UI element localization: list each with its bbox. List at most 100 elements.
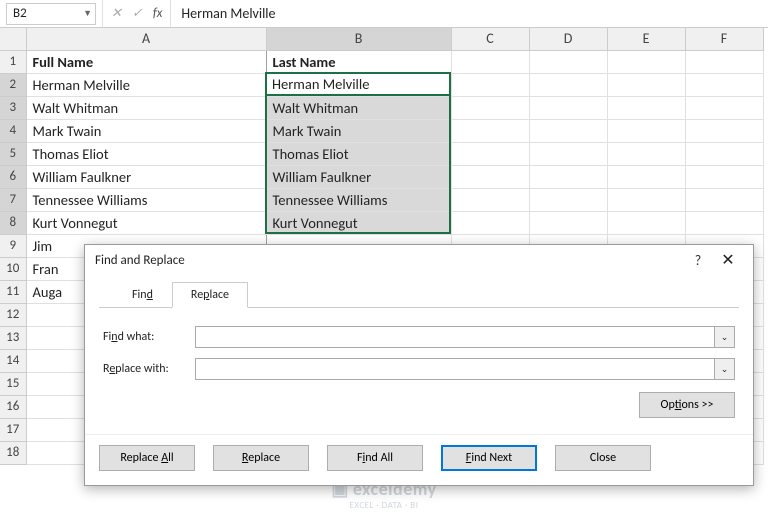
replace-all-button[interactable]: Replace All xyxy=(99,445,195,471)
cell-F1[interactable] xyxy=(685,50,763,73)
dialog-title: Find and Replace xyxy=(95,253,683,268)
cell-E1[interactable] xyxy=(607,50,685,73)
name-box[interactable]: B2 ▼ xyxy=(6,3,96,25)
col-header-E[interactable]: E xyxy=(607,28,685,50)
confirm-icon: ✓ xyxy=(132,6,143,21)
row-header-18[interactable]: 18 xyxy=(0,441,26,464)
cell-F8[interactable] xyxy=(685,211,763,234)
formula-input[interactable]: Herman Melville xyxy=(171,5,768,22)
options-button[interactable]: Options >> xyxy=(639,392,735,418)
find-all-button[interactable]: Find All xyxy=(327,445,423,471)
cell-D4[interactable] xyxy=(529,119,607,142)
row-header-16[interactable]: 16 xyxy=(0,395,26,418)
row-header-6[interactable]: 6 xyxy=(0,165,26,188)
formula-bar: B2 ▼ ✕ ✓ fx Herman Melville xyxy=(0,0,768,28)
cell-D2[interactable] xyxy=(529,73,607,96)
col-header-F[interactable]: F xyxy=(685,28,763,50)
cell-D6[interactable] xyxy=(529,165,607,188)
cell-E6[interactable] xyxy=(607,165,685,188)
row-header-2[interactable]: 2 xyxy=(0,73,26,96)
row-header-1[interactable]: 1 xyxy=(0,50,26,73)
find-replace-dialog: Find and Replace ? ✕ Find Replace Find w… xyxy=(84,244,754,486)
dialog-titlebar[interactable]: Find and Replace ? ✕ xyxy=(85,245,753,275)
dialog-help-icon[interactable]: ? xyxy=(683,252,713,269)
select-all-corner[interactable] xyxy=(0,28,26,50)
name-box-value: B2 xyxy=(13,6,27,21)
cell-B4[interactable]: Mark Twain xyxy=(266,119,451,142)
cell-B1[interactable]: Last Name xyxy=(266,50,451,73)
col-header-B[interactable]: B xyxy=(266,28,451,50)
row-header-9[interactable]: 9 xyxy=(0,234,26,257)
cell-E3[interactable] xyxy=(607,96,685,119)
cell-C7[interactable] xyxy=(451,188,529,211)
dialog-footer: Replace All Replace Find All Find Next C… xyxy=(85,434,753,485)
row-header-5[interactable]: 5 xyxy=(0,142,26,165)
cell-F2[interactable] xyxy=(685,73,763,96)
cell-F5[interactable] xyxy=(685,142,763,165)
cell-C6[interactable] xyxy=(451,165,529,188)
tab-find[interactable]: Find xyxy=(113,282,172,308)
cell-E2[interactable] xyxy=(607,73,685,96)
cell-A7[interactable]: Tennessee Williams xyxy=(26,188,266,211)
row-header-10[interactable]: 10 xyxy=(0,257,26,280)
row-header-3[interactable]: 3 xyxy=(0,96,26,119)
row-header-15[interactable]: 15 xyxy=(0,372,26,395)
cell-C1[interactable] xyxy=(451,50,529,73)
replace-button[interactable]: Replace xyxy=(213,445,309,471)
cell-E8[interactable] xyxy=(607,211,685,234)
cell-C8[interactable] xyxy=(451,211,529,234)
cell-A5[interactable]: Thomas Eliot xyxy=(26,142,266,165)
cell-A4[interactable]: Mark Twain xyxy=(26,119,266,142)
cell-C3[interactable] xyxy=(451,96,529,119)
row-header-13[interactable]: 13 xyxy=(0,326,26,349)
cell-A3[interactable]: Walt Whitman xyxy=(26,96,266,119)
col-header-A[interactable]: A xyxy=(26,28,266,50)
row-header-17[interactable]: 17 xyxy=(0,418,26,441)
cell-D5[interactable] xyxy=(529,142,607,165)
row-header-8[interactable]: 8 xyxy=(0,211,26,234)
cell-D1[interactable] xyxy=(529,50,607,73)
cell-B5[interactable]: Thomas Eliot xyxy=(266,142,451,165)
cell-C4[interactable] xyxy=(451,119,529,142)
cell-B3[interactable]: Walt Whitman xyxy=(266,96,451,119)
cell-D7[interactable] xyxy=(529,188,607,211)
col-header-C[interactable]: C xyxy=(451,28,529,50)
cell-A6[interactable]: William Faulkner xyxy=(26,165,266,188)
cell-C2[interactable] xyxy=(451,73,529,96)
cell-A1[interactable]: Full Name xyxy=(26,50,266,73)
cell-A8[interactable]: Kurt Vonnegut xyxy=(26,211,266,234)
cell-D8[interactable] xyxy=(529,211,607,234)
replace-with-dropdown-icon[interactable]: ⌄ xyxy=(715,358,735,380)
cell-D3[interactable] xyxy=(529,96,607,119)
cell-F6[interactable] xyxy=(685,165,763,188)
row-header-14[interactable]: 14 xyxy=(0,349,26,372)
cell-F4[interactable] xyxy=(685,119,763,142)
cell-B2[interactable]: Herman Melville xyxy=(266,73,451,96)
cancel-icon: ✕ xyxy=(111,6,122,21)
find-next-button[interactable]: Find Next xyxy=(441,445,537,471)
row-header-4[interactable]: 4 xyxy=(0,119,26,142)
cell-B7[interactable]: Tennessee Williams xyxy=(266,188,451,211)
formula-controls: ✕ ✓ fx xyxy=(102,0,171,27)
dialog-close-icon[interactable]: ✕ xyxy=(713,250,743,270)
row-header-11[interactable]: 11 xyxy=(0,280,26,303)
cell-F3[interactable] xyxy=(685,96,763,119)
row-header-7[interactable]: 7 xyxy=(0,188,26,211)
find-what-input[interactable] xyxy=(195,326,715,348)
cell-B6[interactable]: William Faulkner xyxy=(266,165,451,188)
cell-E5[interactable] xyxy=(607,142,685,165)
cell-E4[interactable] xyxy=(607,119,685,142)
fx-icon[interactable]: fx xyxy=(153,6,163,21)
col-header-D[interactable]: D xyxy=(529,28,607,50)
close-button[interactable]: Close xyxy=(555,445,651,471)
tab-replace[interactable]: Replace xyxy=(172,282,248,308)
cell-F7[interactable] xyxy=(685,188,763,211)
replace-with-input[interactable] xyxy=(195,358,715,380)
cell-A2[interactable]: Herman Melville xyxy=(26,73,266,96)
row-header-12[interactable]: 12 xyxy=(0,303,26,326)
cell-C5[interactable] xyxy=(451,142,529,165)
cell-E7[interactable] xyxy=(607,188,685,211)
find-what-dropdown-icon[interactable]: ⌄ xyxy=(715,326,735,348)
cell-B8[interactable]: Kurt Vonnegut xyxy=(266,211,451,234)
name-box-dropdown-icon[interactable]: ▼ xyxy=(83,8,92,19)
